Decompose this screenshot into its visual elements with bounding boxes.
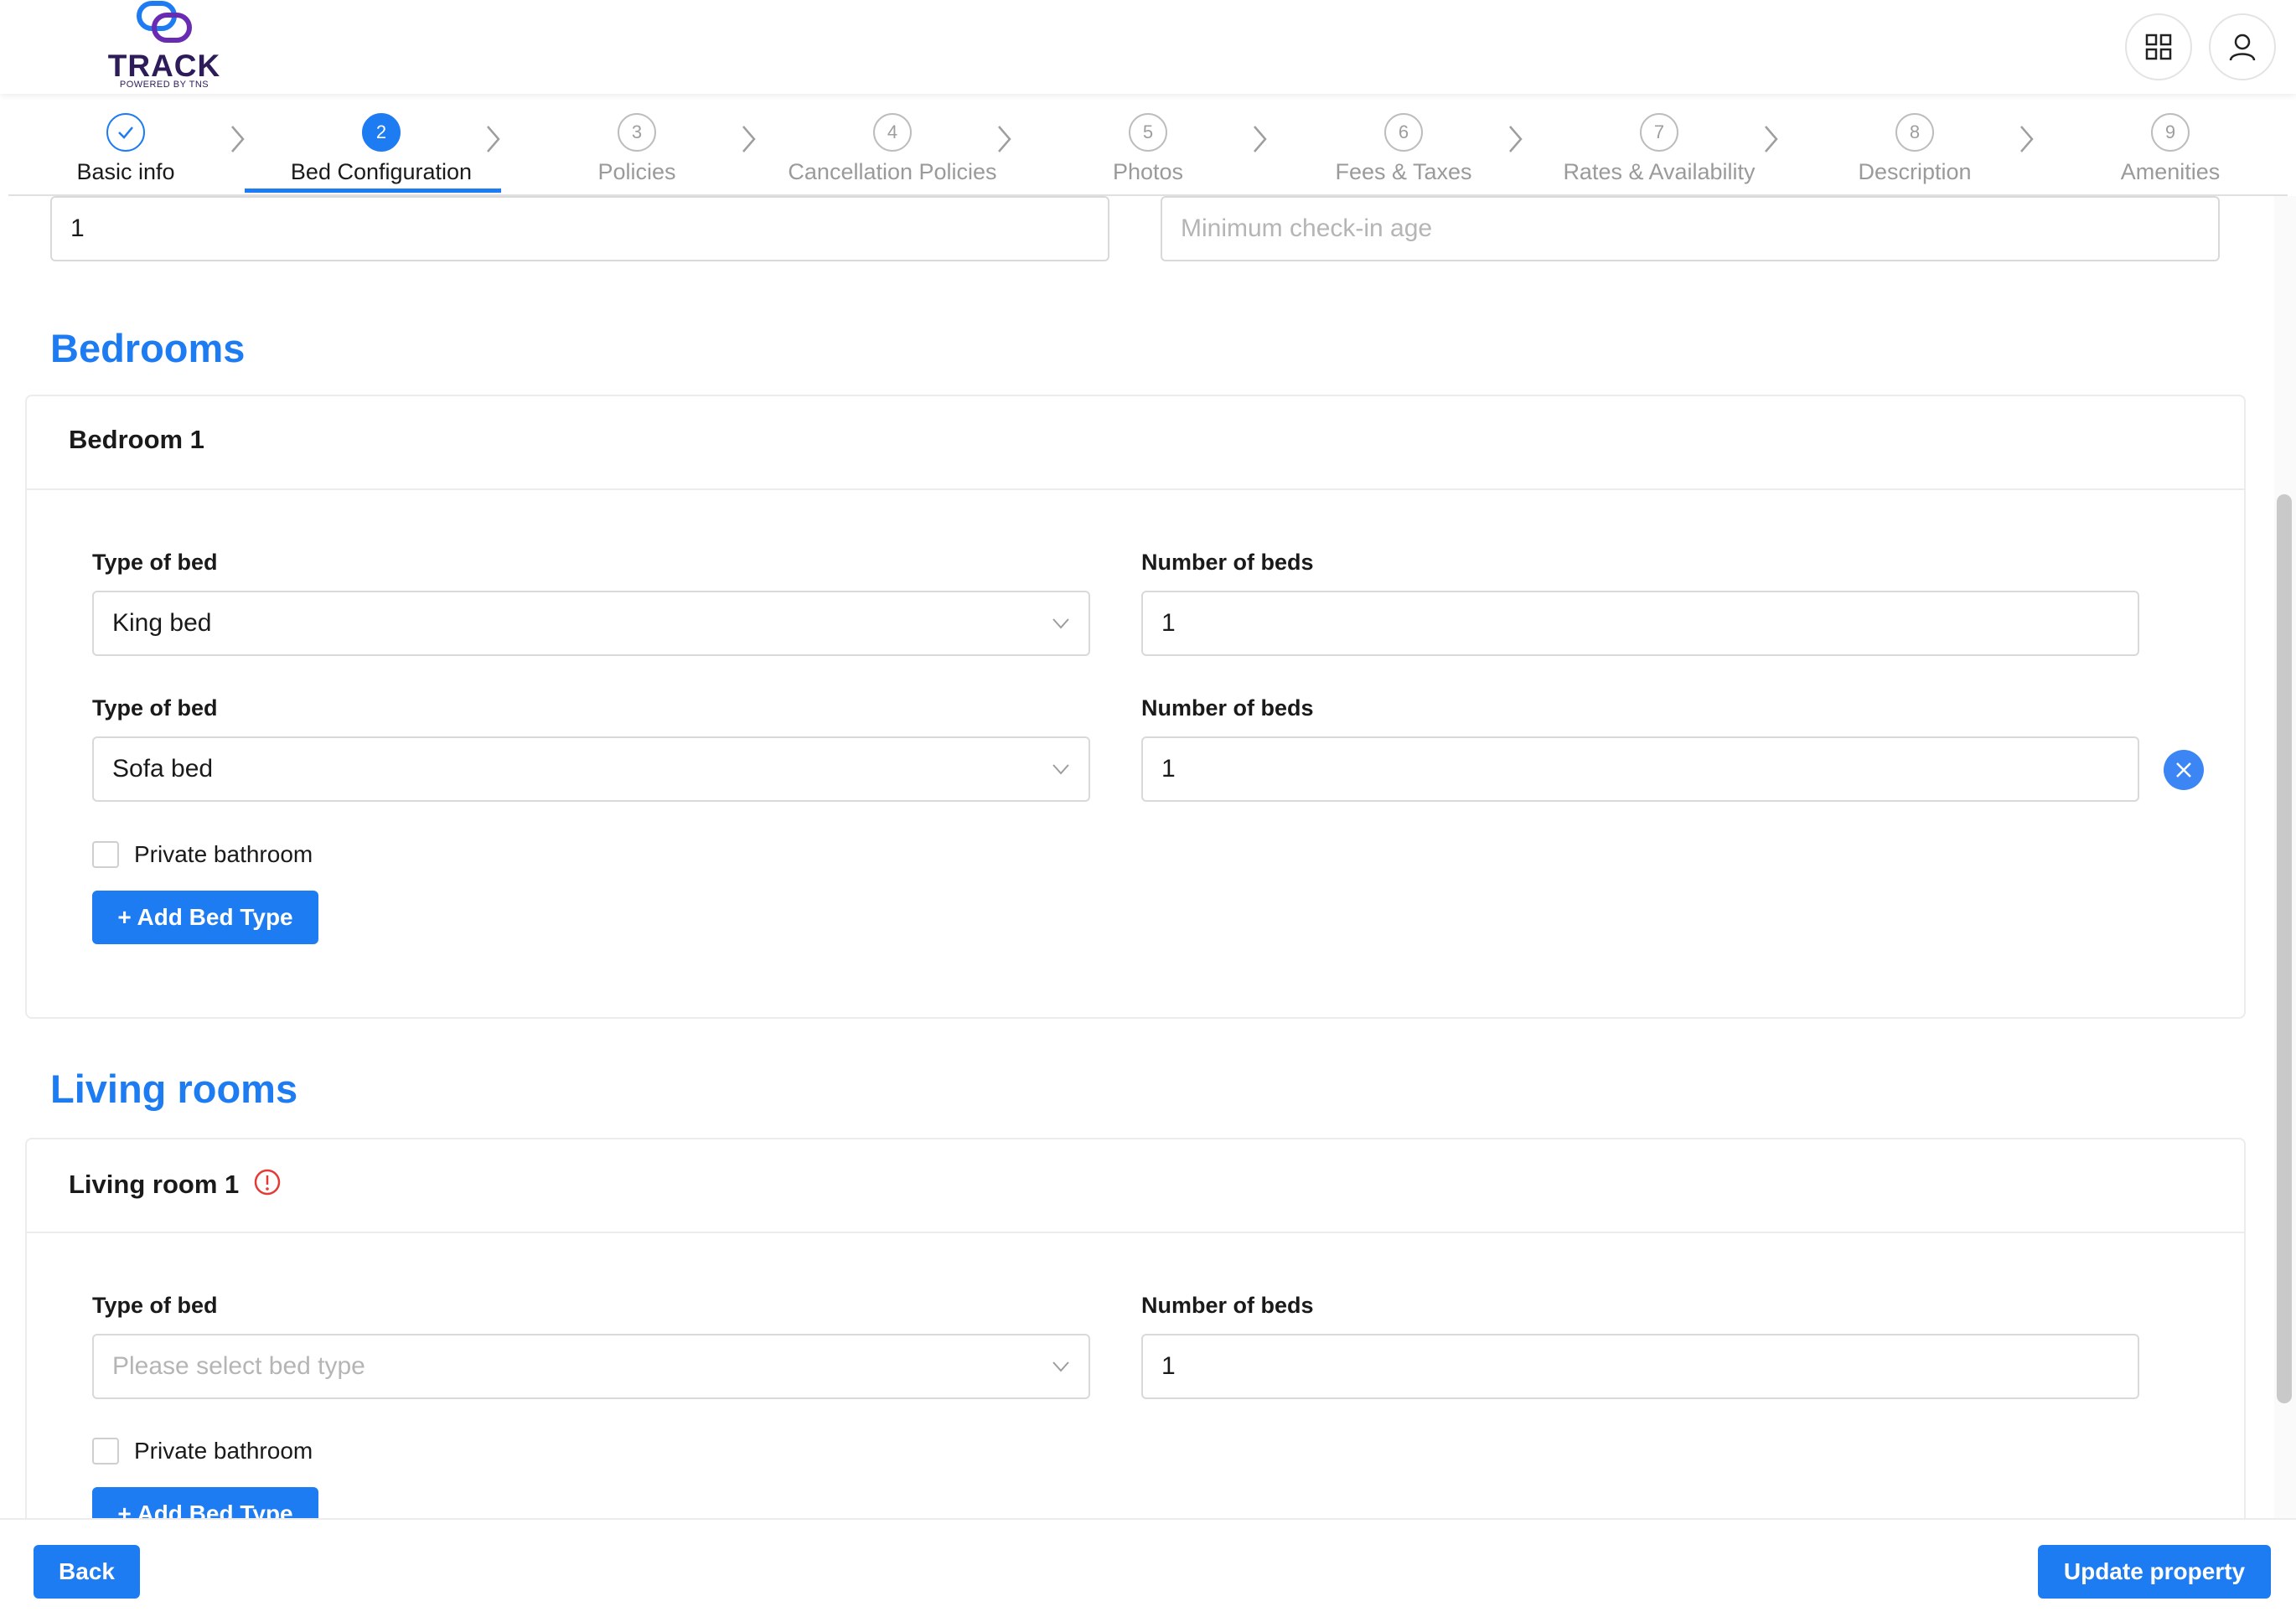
number-of-beds-label: Number of beds (1141, 695, 1314, 721)
footer-bar: Back Update property (0, 1518, 2296, 1622)
checkbox-box[interactable] (92, 1438, 119, 1464)
step-amenities[interactable]: 9 Amenities (2045, 94, 2296, 196)
number-of-beds-label: Number of beds (1141, 550, 1314, 575)
step-navigation: Basic info 2 Bed Configuration 3 Policie… (8, 94, 2288, 196)
type-of-bed-label: Type of bed (92, 550, 218, 575)
step-number: 7 (1640, 113, 1678, 152)
active-step-underline (245, 189, 501, 193)
step-policies[interactable]: 3 Policies (511, 94, 763, 196)
step-label: Bed Configuration (290, 159, 473, 184)
number-of-beds-label: Number of beds (1141, 1293, 1314, 1318)
checkbox-box[interactable] (92, 841, 119, 868)
type-of-bed-label: Type of bed (92, 695, 218, 721)
checkbox-label: Private bathroom (134, 841, 313, 867)
chevron-right-icon (998, 126, 1011, 152)
type-of-bed-label: Type of bed (92, 1293, 218, 1318)
step-basic-info[interactable]: Basic info (0, 94, 251, 196)
logo-text: TRACK (107, 49, 221, 83)
max-guests-input[interactable]: 1 (50, 196, 1109, 261)
select-value: Sofa bed (112, 755, 214, 783)
logo-subtext: POWERED BY TNS (119, 80, 209, 90)
select-value: King bed (112, 609, 212, 637)
step-rates-availability[interactable]: 7 Rates & Availability (1533, 94, 1785, 196)
step-cancellation-policies[interactable]: 4 Cancellation Policies (767, 94, 1018, 196)
logo-mark-icon (137, 1, 192, 43)
step-number: 3 (618, 113, 656, 152)
chevron-right-icon (1509, 126, 1523, 152)
chevron-right-icon (742, 126, 756, 152)
chevron-right-icon (231, 126, 245, 152)
chevron-right-icon (1765, 126, 1778, 152)
step-label: Cancellation Policies (788, 159, 997, 184)
chevron-right-icon (487, 126, 500, 152)
step-number: 9 (2151, 113, 2190, 152)
card-header: Living room 1 (27, 1139, 2244, 1233)
checkbox-label: Private bathroom (134, 1438, 313, 1464)
step-completed-check-icon (106, 113, 145, 152)
number-of-beds-input[interactable]: 1 (1141, 591, 2139, 656)
error-alert-icon (254, 1169, 281, 1196)
add-bed-type-button[interactable]: + Add Bed Type (92, 891, 318, 944)
top-bar: TRACK POWERED BY TNS (0, 0, 2296, 94)
remove-bed-type-button[interactable] (2164, 750, 2204, 790)
field-value: 1 (1161, 609, 1176, 637)
field-value: 1 (1161, 755, 1176, 783)
field-value: 1 (1161, 1352, 1176, 1380)
bed-type-select[interactable]: King bed (92, 591, 1090, 656)
back-button[interactable]: Back (34, 1545, 140, 1599)
private-bathroom-checkbox[interactable]: Private bathroom (92, 841, 313, 868)
number-of-beds-input[interactable]: 1 (1141, 1334, 2139, 1399)
step-label: Photos (1112, 159, 1184, 184)
select-placeholder: Please select bed type (112, 1352, 365, 1380)
step-label: Amenities (2120, 159, 2221, 184)
step-label: Policies (597, 159, 676, 184)
step-fees-taxes[interactable]: 6 Fees & Taxes (1278, 94, 1529, 196)
bedroom-title: Bedroom 1 (69, 425, 204, 454)
step-label: Fees & Taxes (1335, 159, 1472, 184)
step-number: 2 (362, 113, 401, 152)
scrollbar-thumb[interactable] (2277, 494, 2292, 1403)
card-header: Bedroom 1 (27, 396, 2244, 490)
living-room-title: Living room 1 (69, 1168, 282, 1200)
living-room-title-text: Living room 1 (69, 1170, 240, 1199)
private-bathroom-checkbox[interactable]: Private bathroom (92, 1438, 313, 1464)
bed-type-select[interactable]: Sofa bed (92, 736, 1090, 802)
step-number: 4 (873, 113, 912, 152)
step-photos[interactable]: 5 Photos (1022, 94, 1274, 196)
user-icon (2229, 34, 2256, 61)
min-checkin-age-input[interactable]: Minimum check-in age (1161, 196, 2220, 261)
step-label: Description (1858, 159, 1972, 184)
number-of-beds-input[interactable]: 1 (1141, 736, 2139, 802)
user-menu-button[interactable] (2209, 13, 2276, 80)
step-label: Rates & Availability (1563, 159, 1756, 184)
chevron-down-icon (1052, 618, 1069, 629)
chevron-right-icon (2020, 126, 2034, 152)
field-placeholder: Minimum check-in age (1181, 214, 1433, 242)
chevron-down-icon (1052, 764, 1069, 775)
apps-button[interactable] (2125, 13, 2192, 80)
bed-type-select[interactable]: Please select bed type (92, 1334, 1090, 1399)
app-logo[interactable]: TRACK POWERED BY TNS (106, 0, 223, 92)
step-number: 8 (1895, 113, 1934, 152)
living-rooms-section-title: Living rooms (50, 1067, 298, 1111)
close-icon (2176, 762, 2191, 777)
step-label: Basic info (76, 159, 175, 184)
step-number: 5 (1129, 113, 1167, 152)
bedrooms-section-title: Bedrooms (50, 326, 246, 370)
chevron-right-icon (1254, 126, 1267, 152)
step-bed-configuration[interactable]: 2 Bed Configuration (256, 94, 507, 196)
step-number: 6 (1384, 113, 1423, 152)
chevron-down-icon (1052, 1361, 1069, 1372)
bedroom-card: Bedroom 1 (25, 395, 2246, 1019)
step-description[interactable]: 8 Description (1789, 94, 2040, 196)
grid-icon (2145, 34, 2172, 60)
update-property-button[interactable]: Update property (2038, 1545, 2271, 1599)
field-value: 1 (70, 214, 85, 242)
